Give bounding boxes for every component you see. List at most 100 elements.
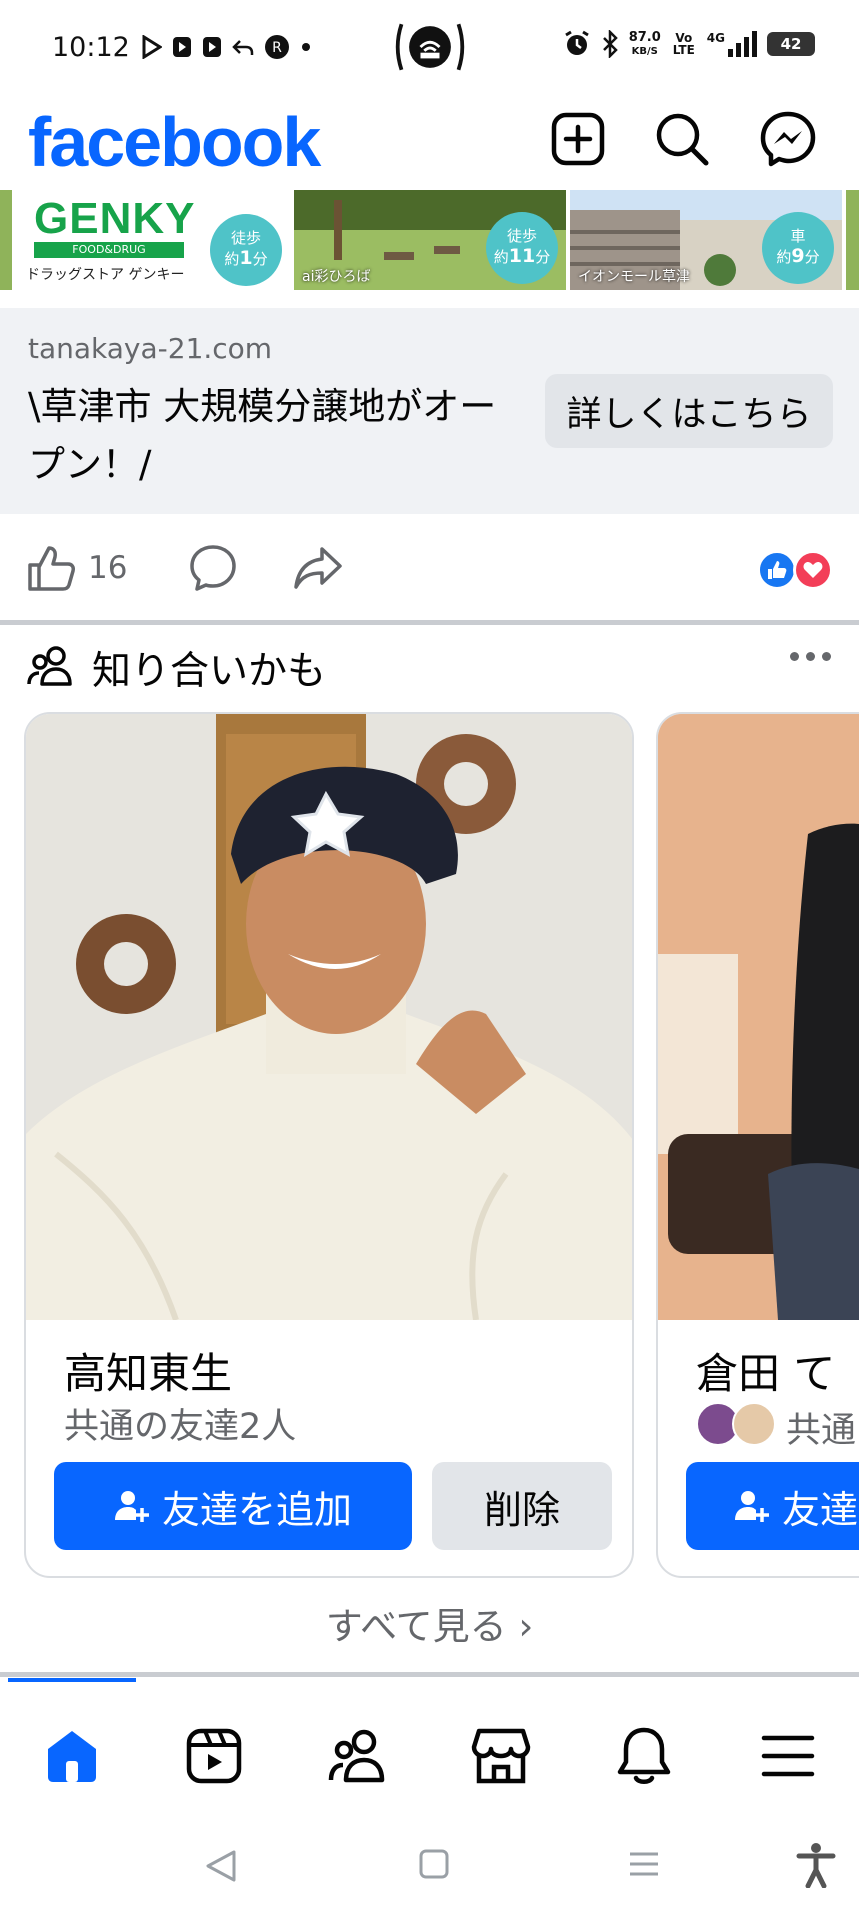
signal-indicator: 4G [707,31,757,57]
battery-indicator: 42 [767,32,815,56]
mutual-avatars: 共通 [696,1402,856,1453]
add-friend-icon [735,1491,769,1522]
people-icon [27,646,72,686]
facebook-logo[interactable]: facebook [28,102,321,182]
genky-logo-sub: FOOD&DRUG [34,242,184,258]
nav-home[interactable] [36,1720,108,1792]
marketplace-icon [471,1728,531,1784]
badge-number: 9 [791,245,805,267]
person-name[interactable]: 高知東生 [64,1340,232,1401]
ad-card-aeon[interactable]: イオンモール草津 車 約9分 [570,190,842,290]
accessibility-icon[interactable] [796,1842,836,1888]
pymk-title: 知り合いかも [92,649,327,694]
badge-unit: 分 [535,248,551,266]
nav-video[interactable] [178,1720,250,1792]
back-icon[interactable] [204,1848,238,1884]
badge-mode: 車 [790,227,806,245]
more-dot [806,652,815,661]
status-bar: 10:12 R 87.0 KB/S Vo LTE 4G 42 [0,0,859,100]
svg-text:R: R [272,40,282,56]
like-count: 16 [88,550,128,586]
ad-card-park[interactable]: ai彩ひろば 徒歩 約11分 [294,190,566,290]
menu-icon [761,1735,815,1777]
link-preview[interactable]: tanakaya-21.com \草津市 大規模分譲地がオープン！/ 詳しくはこ… [0,308,859,514]
notifications-icon [617,1727,671,1784]
more-options-button[interactable] [790,652,831,661]
video-icon [186,1728,242,1784]
learn-more-button[interactable]: 詳しくはこちら [545,374,833,448]
love-reaction-icon [793,550,833,590]
reaction-summary[interactable] [757,550,833,590]
hotspot-icon [395,23,465,71]
post-action-bar: 16 [0,514,859,620]
add-friend-label: 友達を追加 [161,1487,352,1532]
badge-prefix: 約 [224,250,240,268]
messenger-button[interactable] [757,108,819,170]
share-button[interactable] [292,542,344,594]
network-speed-unit: KB/S [631,45,658,57]
recents-icon[interactable] [628,1848,660,1880]
network-speed: 87.0 KB/S [629,31,661,58]
system-navigation-bar [0,1812,859,1920]
pymk-card[interactable]: 倉田 て 共通 友達 [656,712,859,1578]
signal-icon [728,31,757,57]
mutual-friends: 共通 [786,1411,857,1451]
add-friend-button[interactable]: 友達 [686,1462,859,1550]
media-icon [173,37,191,57]
profile-photo[interactable] [658,714,859,1320]
pymk-header: 知り合いかも [0,632,859,702]
badge-mode: 徒歩 [230,229,261,247]
add-friend-button[interactable]: 友達を追加 [54,1462,412,1550]
nav-marketplace[interactable] [465,1720,537,1792]
pymk-card[interactable]: 高知東生 共通の友達2人 友達を追加 削除 [24,712,634,1578]
thumbs-up-icon [28,546,75,591]
badge-unit: 分 [804,248,820,266]
nav-menu[interactable] [752,1720,824,1792]
ad-carousel-edge [846,190,859,290]
bluetooth-icon [602,30,618,58]
like-reaction-icon [757,550,797,590]
media-icon [203,37,221,57]
add-friend-icon [114,1491,149,1522]
reply-icon [232,40,254,55]
home-square-icon[interactable] [418,1848,450,1880]
comment-icon [190,545,236,591]
ad-card-genky[interactable]: GENKY FOOD&DRUG ドラッグストア ゲンキー 徒歩 約1分 [14,190,290,290]
badge-mode: 徒歩 [506,227,537,245]
ad-caption: ai彩ひろば [302,269,371,285]
volte-label: Vo LTE [672,31,695,57]
status-time: 10:12 [52,32,130,63]
ad-caption: ドラッグストア ゲンキー [26,267,185,283]
badge-prefix: 約 [493,248,509,266]
distance-badge: 車 約9分 [762,212,834,284]
nav-friends[interactable] [322,1720,394,1792]
person-name[interactable]: 倉田 て [696,1340,835,1401]
nav-notifications[interactable] [608,1720,680,1792]
create-post-button[interactable] [547,108,609,170]
bottom-navigation [0,1682,859,1812]
share-icon [294,547,342,589]
more-dot [822,652,831,661]
profile-photo-illustration [26,714,632,1320]
avatar [732,1402,776,1446]
system-status-icons: 87.0 KB/S Vo LTE 4G 42 [563,30,815,58]
ad-carousel[interactable]: GENKY FOOD&DRUG ドラッグストア ゲンキー 徒歩 約1分 ai彩ひ… [0,190,859,292]
like-button[interactable]: 16 [26,542,127,594]
add-friend-label: 友達 [782,1487,859,1532]
ad-caption: イオンモール草津 [578,269,690,285]
dot-icon [302,43,310,51]
profile-photo[interactable] [26,714,632,1320]
search-icon [656,113,709,166]
more-dot [790,652,799,661]
comment-button[interactable] [188,542,238,594]
notification-icons: R [142,34,312,60]
remove-button[interactable]: 削除 [432,1462,612,1550]
search-button[interactable] [651,108,713,170]
badge-number: 1 [239,247,253,269]
mutual-friends: 共通の友達2人 [64,1407,297,1447]
see-all-link[interactable]: すべて見る › [0,1596,859,1650]
friends-icon [328,1729,385,1783]
distance-badge: 徒歩 約1分 [210,214,282,286]
network-type: 4G [706,31,725,45]
section-divider [0,1672,859,1677]
